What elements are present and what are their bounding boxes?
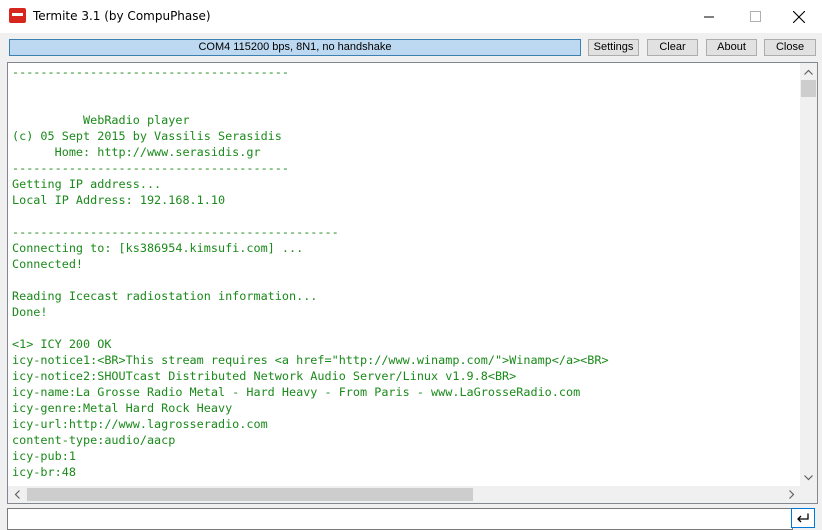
scrollbar-corner [800, 486, 817, 503]
terminal-line: Home: http://www.serasidis.gr [12, 145, 261, 159]
chevron-right-icon [788, 490, 794, 499]
about-button[interactable]: About [706, 39, 757, 56]
terminal-lines: --------------------------------------- … [12, 64, 800, 480]
terminal-line: Reading Icecast radiostation information… [12, 289, 318, 303]
chevron-up-icon [804, 69, 813, 75]
clear-button[interactable]: Clear [647, 39, 698, 56]
settings-button[interactable]: Settings [588, 39, 639, 56]
close-button[interactable]: Close [764, 39, 816, 56]
terminal-line: icy-br:48 [12, 465, 76, 479]
terminal-line: icy-notice1:<BR>This stream requires <a … [12, 353, 609, 367]
minimize-icon [703, 16, 714, 18]
chevron-left-icon [14, 490, 20, 499]
terminal-line: content-type:audio/aacp [12, 433, 176, 447]
terminal-line: Connecting to: [ks386954.kimsufi.com] ..… [12, 241, 304, 255]
terminal-output[interactable]: --------------------------------------- … [7, 62, 818, 504]
maximize-icon [749, 11, 761, 22]
vertical-scroll-thumb[interactable] [801, 80, 816, 97]
terminal-line: <1> ICY 200 OK [12, 337, 112, 351]
horizontal-scroll-thumb[interactable] [27, 488, 473, 501]
close-icon [793, 10, 805, 23]
send-button[interactable] [791, 508, 815, 528]
chevron-down-icon [804, 474, 813, 480]
terminal-line: icy-notice2:SHOUTcast Distributed Networ… [12, 369, 517, 383]
close-window-button[interactable] [776, 0, 822, 33]
enter-icon [797, 513, 809, 523]
title-bar: Termite 3.1 (by CompuPhase) [0, 0, 822, 33]
terminal-line: Local IP Address: 192.168.1.10 [12, 193, 226, 207]
terminal-line: icy-genre:Metal Hard Rock Heavy [12, 401, 233, 415]
scroll-down-arrow[interactable] [800, 469, 817, 486]
terminal-line: --------------------------------------- [12, 161, 289, 175]
terminal-line: Getting IP address... [12, 177, 162, 191]
terminal-line: (c) 05 Sept 2015 by Vassilis Serasidis [12, 129, 282, 143]
command-input[interactable] [7, 508, 793, 530]
window-title: Termite 3.1 (by CompuPhase) [33, 9, 211, 23]
minimize-button[interactable] [686, 0, 732, 33]
termite-app-icon[interactable] [9, 8, 26, 23]
terminal-line: ----------------------------------------… [12, 225, 339, 239]
terminal-line: Done! [12, 305, 48, 319]
terminal-line: icy-url:http://www.lagrosseradio.com [12, 417, 268, 431]
port-status-field[interactable]: COM4 115200 bps, 8N1, no handshake [9, 39, 581, 56]
scroll-right-arrow[interactable] [783, 486, 800, 503]
terminal-line: WebRadio player [12, 113, 190, 127]
terminal-line: --------------------------------------- [12, 65, 289, 79]
maximize-button[interactable] [732, 0, 778, 33]
terminal-line: icy-name:La Grosse Radio Metal - Hard He… [12, 385, 581, 399]
terminal-line: icy-pub:1 [12, 449, 76, 463]
terminal-line: Connected! [12, 257, 84, 271]
vertical-scrollbar[interactable] [800, 63, 817, 486]
scroll-up-arrow[interactable] [800, 63, 817, 80]
horizontal-scrollbar[interactable] [8, 486, 800, 503]
toolbar: COM4 115200 bps, 8N1, no handshake Setti… [0, 33, 822, 63]
scroll-left-arrow[interactable] [8, 486, 25, 503]
